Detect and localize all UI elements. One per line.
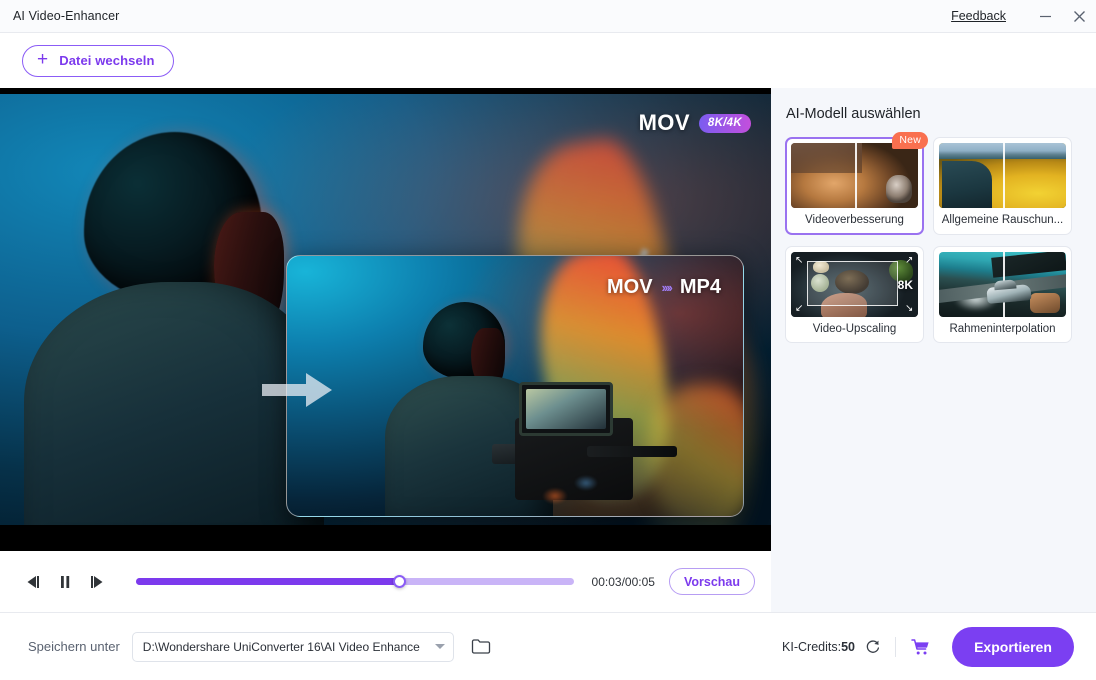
model-card-frame-interpolation[interactable]: Rahmeninterpolation <box>933 246 1072 343</box>
pause-icon <box>61 575 70 588</box>
conversion-from-label: MOV <box>606 276 653 298</box>
model-thumbnail: ↖ ↗ ↙ ↘ 8K <box>791 252 918 317</box>
seek-bar[interactable] <box>136 571 574 593</box>
shopping-cart-icon <box>911 638 929 654</box>
model-label: Videoverbesserung <box>805 214 904 226</box>
close-icon <box>1073 10 1085 22</box>
save-path-label: Speichern unter <box>28 639 120 654</box>
shopping-cart-button[interactable] <box>908 634 934 660</box>
model-card-video-enhance[interactable]: New Videoverbesserung <box>785 132 928 235</box>
next-frame-button[interactable] <box>84 568 112 596</box>
model-card-general-denoise[interactable]: Allgemeine Rauschun... <box>933 137 1072 235</box>
minimize-icon <box>1039 15 1051 17</box>
close-button[interactable] <box>1062 0 1096 33</box>
model-label: Rahmeninterpolation <box>949 323 1056 335</box>
video-preview-stage[interactable]: MOV 8K/4K MOV ›››› MP4 <box>0 88 771 551</box>
footer-divider <box>895 636 896 657</box>
new-badge: New <box>892 132 928 149</box>
main-body: MOV 8K/4K MOV ›››› MP4 00:03/00:05 Vorsc… <box>0 88 1096 612</box>
ai-credits-value: 50 <box>841 639 855 654</box>
preview-camera-wires <box>527 464 607 514</box>
compare-divider <box>854 143 857 208</box>
save-path-value: D:\Wondershare UniConverter 16\AI Video … <box>142 639 420 654</box>
previous-frame-icon <box>27 575 39 588</box>
model-thumbnail <box>939 252 1066 317</box>
model-card-video-upscaling[interactable]: ↖ ↗ ↙ ↘ 8K Video-Upscaling <box>785 246 924 343</box>
ai-credits-label: KI-Credits: <box>782 639 842 654</box>
resize-corner-tr-icon: ↗ <box>905 255 914 266</box>
ai-video-enhancer-window: AI Video-Enhancer Feedback + Datei wechs… <box>0 0 1096 680</box>
preview-monitor-screen <box>526 389 606 429</box>
conversion-to-label: MP4 <box>679 276 721 298</box>
model-thumbnail <box>791 143 918 208</box>
preview-camera-rod <box>587 446 677 457</box>
model-label: Allgemeine Rauschun... <box>941 214 1064 226</box>
player-column: MOV 8K/4K MOV ›››› MP4 00:03/00:05 Vorsc… <box>0 88 771 612</box>
plus-icon: + <box>37 49 49 70</box>
letterbox-bottom <box>0 525 771 551</box>
folder-icon <box>471 639 490 654</box>
resize-corner-br-icon: ↘ <box>905 303 914 314</box>
resize-corner-tl-icon: ↖ <box>795 255 804 266</box>
preview-button-label: Vorschau <box>683 574 740 589</box>
transport-buttons <box>18 568 112 596</box>
pause-button[interactable] <box>51 568 79 596</box>
ai-model-panel-title: AI-Modell auswählen <box>786 106 921 122</box>
chevron-down-icon <box>434 644 445 649</box>
car-tire <box>1030 293 1060 313</box>
seek-thumb[interactable] <box>392 575 406 588</box>
next-frame-icon <box>91 575 103 588</box>
upscale-selection-rect <box>807 261 898 306</box>
conversion-badge: MOV ›››› MP4 <box>607 276 721 299</box>
upscale-resolution-overlay: 8K <box>897 278 913 292</box>
seek-fill <box>136 578 399 585</box>
ai-model-grid: New Videoverbesserung Allgemeine Rauschu… <box>785 132 1074 343</box>
source-format-badge: MOV 8K/4K <box>639 110 751 136</box>
ai-model-panel: AI-Modell auswählen New Videoverbesserun… <box>771 88 1096 612</box>
compare-divider <box>1002 143 1005 208</box>
preview-camera-monitor <box>519 382 613 436</box>
resize-corner-bl-icon: ↙ <box>795 303 804 314</box>
export-button[interactable]: Exportieren <box>952 626 1074 667</box>
switch-file-label: Datei wechseln <box>59 53 155 68</box>
letterbox-top <box>0 88 771 94</box>
model-thumbnail <box>939 143 1066 208</box>
switch-file-button[interactable]: + Datei wechseln <box>22 44 174 77</box>
model-label: Video-Upscaling <box>812 323 897 335</box>
playback-controls: 00:03/00:05 Vorschau <box>0 551 771 612</box>
window-title: AI Video-Enhancer <box>13 9 120 23</box>
refresh-icon <box>866 639 880 653</box>
enhance-arrow-icon <box>262 373 332 407</box>
conversion-arrows-icon: ›››› <box>661 280 673 295</box>
minimize-button[interactable] <box>1028 0 1062 33</box>
open-folder-button[interactable] <box>468 634 494 660</box>
time-display: 00:03/00:05 <box>591 574 655 589</box>
refresh-credits-button[interactable] <box>863 637 883 657</box>
upscale-thumb: ↖ ↗ ↙ ↘ 8K <box>791 252 918 317</box>
title-bar: AI Video-Enhancer Feedback <box>0 0 1096 33</box>
preview-button[interactable]: Vorschau <box>668 568 755 595</box>
save-path-select[interactable]: D:\Wondershare UniConverter 16\AI Video … <box>131 631 454 662</box>
previous-frame-button[interactable] <box>18 568 46 596</box>
toolbar: + Datei wechseln <box>0 33 1096 88</box>
footer-bar: Speichern unter D:\Wondershare UniConver… <box>0 612 1096 680</box>
feedback-link[interactable]: Feedback <box>951 9 1006 23</box>
enhanced-preview-card: MOV ›››› MP4 <box>286 255 744 517</box>
resolution-badge: 8K/4K <box>698 113 751 133</box>
ai-credits: KI-Credits: 50 <box>782 640 855 654</box>
car-body <box>986 284 1032 304</box>
source-format-label: MOV <box>638 110 690 135</box>
